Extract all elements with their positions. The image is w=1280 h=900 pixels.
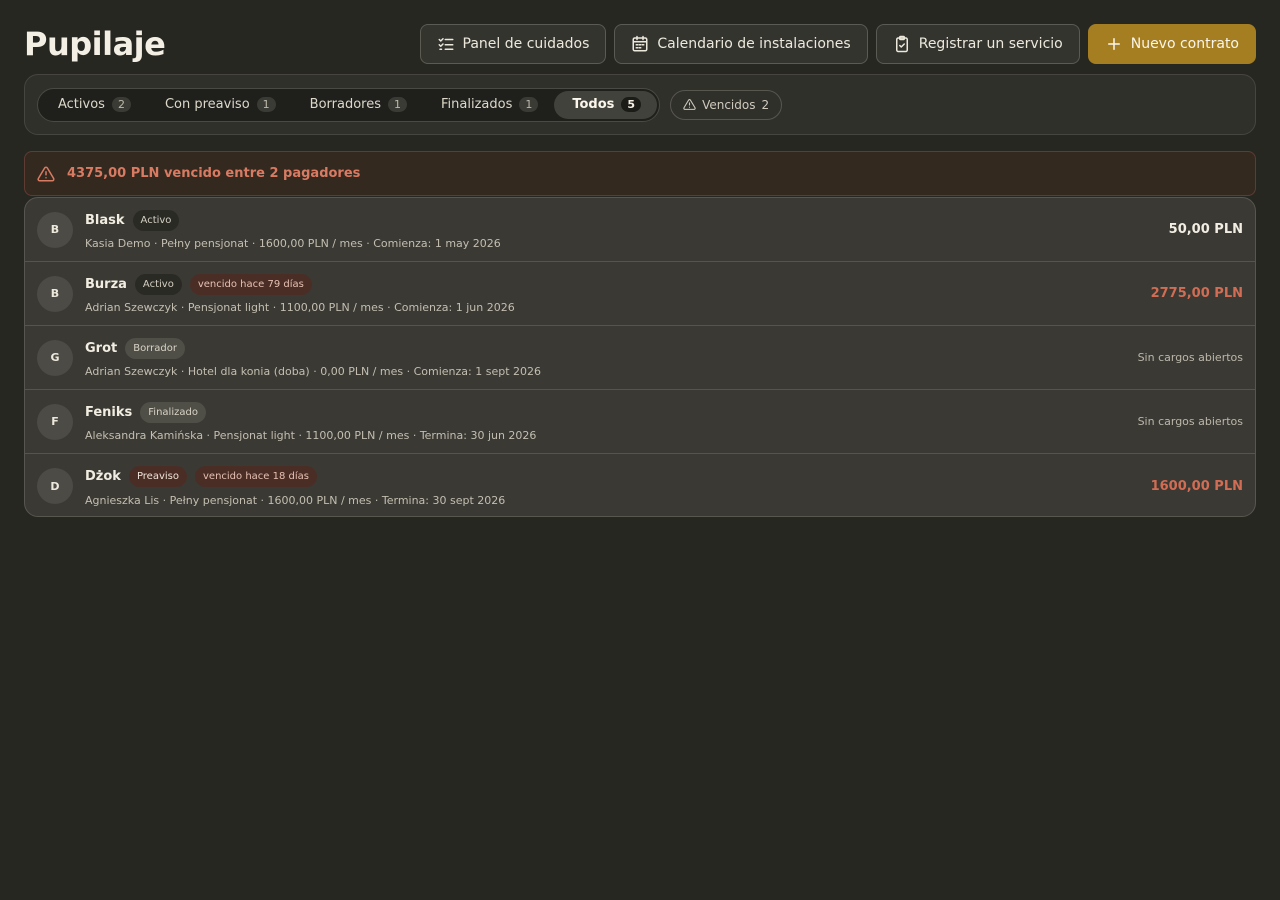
contract-name-line: Grot Borrador	[85, 337, 1138, 359]
contract-row[interactable]: D Dżok Preaviso vencido hace 18 días Agn…	[25, 454, 1255, 516]
tab-finalizados[interactable]: Finalizados 1	[423, 91, 554, 119]
contract-row[interactable]: F Feniks Finalizado Aleksandra Kamińska …	[25, 390, 1255, 454]
care-panel-label: Panel de cuidados	[462, 36, 590, 52]
contract-name: Grot	[85, 340, 118, 356]
contract-amount: 1600,00 PLN	[1150, 478, 1243, 494]
tab-label: Activos	[58, 97, 105, 112]
tab-count: 2	[111, 97, 131, 112]
contract-row[interactable]: B Burza Activo vencido hace 79 días Adri…	[25, 262, 1255, 326]
tab-label: Finalizados	[441, 97, 513, 112]
status-badge: Activo	[134, 273, 182, 295]
new-contract-label: Nuevo contrato	[1130, 36, 1239, 52]
overdue-alert: 4375,00 PLN vencido entre 2 pagadores	[24, 151, 1256, 196]
facility-calendar-button[interactable]: Calendario de instalaciones	[614, 24, 868, 64]
contract-name-line: Feniks Finalizado	[85, 401, 1138, 423]
contract-meta: Kasia Demo · Pełny pensjonat · 1600,00 P…	[85, 237, 501, 250]
avatar: B	[37, 211, 73, 248]
tab-count: 1	[388, 97, 408, 112]
avatar: B	[37, 275, 73, 312]
avatar: F	[37, 403, 73, 440]
contract-row[interactable]: B Blask Activo Kasia Demo · Pełny pensjo…	[25, 198, 1255, 262]
alert-text: 4375,00 PLN vencido entre 2 pagadores	[67, 166, 361, 181]
contract-amount: 50,00 PLN	[1168, 222, 1243, 237]
contract-info: Blask Activo Kasia Demo · Pełny pensjona…	[85, 209, 1169, 250]
tab-label: Borradores	[309, 97, 382, 112]
tab-activos[interactable]: Activos 2	[40, 91, 147, 119]
register-service-label: Registrar un servicio	[918, 36, 1063, 52]
contract-amount: Sin cargos abiertos	[1137, 415, 1243, 428]
new-contract-button[interactable]: Nuevo contrato	[1087, 24, 1256, 64]
contract-meta: Agnieszka Lis · Pełny pensjonat · 1600,0…	[85, 493, 506, 507]
contract-amount: 2775,00 PLN	[1150, 286, 1243, 301]
overdue-badge: vencido hace 79 días	[189, 273, 312, 295]
overdue-filter-chip[interactable]: Vencidos 2	[670, 89, 783, 120]
tab-label: Todos	[572, 97, 615, 112]
overdue-badge: vencido hace 18 días	[195, 466, 317, 487]
overdue-chip-count: 2	[761, 97, 770, 112]
contract-info: Feniks Finalizado Aleksandra Kamińska · …	[85, 401, 1138, 442]
contract-info: Burza Activo vencido hace 79 días Adrian…	[85, 273, 1151, 314]
page-title: Pupilaje	[24, 25, 166, 63]
tab-count: 1	[256, 97, 276, 112]
checklist-icon	[437, 35, 455, 53]
register-service-button[interactable]: Registrar un servicio	[875, 24, 1080, 64]
tab-con-preaviso[interactable]: Con preaviso 1	[147, 91, 292, 119]
page-header: Pupilaje Panel de cuidados Calendario de…	[24, 24, 1256, 64]
contracts-list: B Blask Activo Kasia Demo · Pełny pensjo…	[24, 197, 1256, 517]
facility-calendar-label: Calendario de instalaciones	[657, 36, 851, 52]
care-panel-button[interactable]: Panel de cuidados	[419, 24, 607, 64]
status-badge: Activo	[132, 209, 180, 231]
header-actions: Panel de cuidados Calendario de instalac…	[419, 24, 1256, 64]
contract-info: Dżok Preaviso vencido hace 18 días Agnie…	[85, 466, 1151, 507]
contract-meta: Adrian Szewczyk · Hotel dla konia (doba)…	[85, 365, 542, 378]
tab-count: 5	[621, 97, 642, 112]
contract-row[interactable]: G Grot Borrador Adrian Szewczyk · Hotel …	[25, 326, 1255, 390]
contract-name: Dżok	[85, 469, 121, 484]
calendar-icon	[631, 35, 649, 53]
tab-count: 1	[519, 97, 539, 112]
avatar: D	[37, 468, 73, 504]
tab-todos[interactable]: Todos 5	[554, 90, 658, 119]
clipboard-check-icon	[893, 35, 911, 53]
warning-icon	[37, 165, 55, 183]
contract-name-line: Dżok Preaviso vencido hace 18 días	[85, 466, 1151, 488]
contract-name-line: Burza Activo vencido hace 79 días	[85, 273, 1151, 295]
tab-label: Con preaviso	[164, 97, 250, 112]
contract-name: Feniks	[85, 404, 133, 420]
filter-bar: Activos 2 Con preaviso 1 Borradores 1 Fi…	[24, 74, 1256, 135]
plus-icon	[1105, 35, 1123, 53]
status-filter-tabs: Activos 2 Con preaviso 1 Borradores 1 Fi…	[37, 87, 661, 122]
contract-amount: Sin cargos abiertos	[1137, 351, 1243, 364]
avatar: G	[37, 339, 73, 376]
contract-name-line: Blask Activo	[85, 209, 1169, 231]
contract-info: Grot Borrador Adrian Szewczyk · Hotel dl…	[85, 337, 1138, 378]
contract-meta: Adrian Szewczyk · Pensjonat light · 1100…	[85, 301, 515, 314]
warning-icon	[683, 98, 696, 111]
tab-borradores[interactable]: Borradores 1	[292, 91, 423, 119]
status-badge: Preaviso	[128, 466, 187, 487]
overdue-chip-label: Vencidos	[702, 97, 756, 112]
contract-name: Blask	[85, 212, 125, 228]
contract-name: Burza	[85, 276, 127, 292]
contract-meta: Aleksandra Kamińska · Pensjonat light · …	[85, 429, 537, 442]
status-badge: Finalizado	[140, 401, 206, 423]
status-badge: Borrador	[125, 337, 185, 359]
